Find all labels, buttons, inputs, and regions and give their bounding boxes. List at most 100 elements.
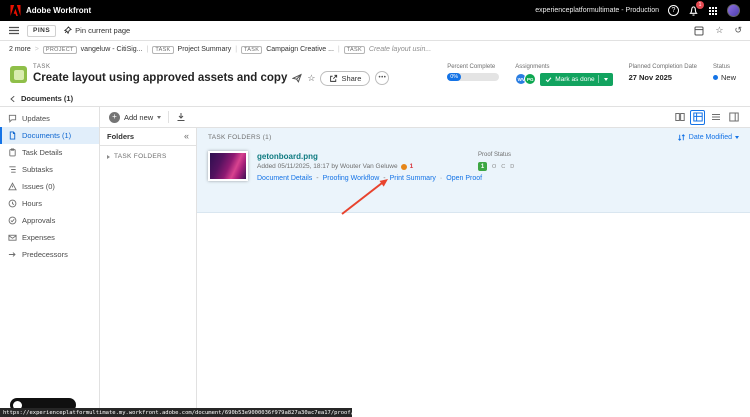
status-row[interactable]: New: [712, 73, 736, 82]
sidebar-item-issues[interactable]: Issues (0): [0, 178, 99, 195]
proof-stage-o: O: [492, 163, 497, 170]
open-proof-link[interactable]: Open Proof: [446, 175, 482, 182]
sidebar-item-subtasks[interactable]: Subtasks: [0, 161, 99, 178]
folders-header: Folders «: [100, 128, 196, 146]
adobe-logo-icon: [10, 5, 21, 16]
planned-completion-date[interactable]: 27 Nov 2025: [629, 73, 697, 82]
breadcrumb-badge-task2: TASK: [241, 45, 263, 54]
pin-current-page-button[interactable]: Pin current page: [63, 26, 130, 35]
task-type-icon: [10, 66, 27, 83]
link-separator: ·: [439, 175, 443, 182]
standard-view-icon: [692, 112, 703, 122]
notifications-button[interactable]: 1: [688, 1, 704, 16]
page-header: TASK Create layout using approved assets…: [0, 58, 750, 91]
breadcrumb-separator: |: [337, 46, 340, 53]
sort-label: Date Modified: [688, 133, 732, 141]
sidebar-item-label: Task Details: [22, 148, 63, 157]
clock-icon: [8, 199, 17, 208]
percent-complete-label: Percent Complete: [447, 63, 496, 70]
documents-list: TASK FOLDERS (1) Date Modified getonboar…: [197, 128, 750, 417]
app-brand: Adobe Workfront: [26, 6, 92, 15]
view-toggles: [672, 109, 741, 125]
more-actions-button[interactable]: •••: [375, 71, 390, 85]
pin-current-page-label: Pin current page: [75, 26, 131, 35]
notification-badge: 1: [696, 1, 704, 9]
sidebar-item-label: Documents (1): [22, 131, 72, 140]
subtasks-icon: [8, 165, 17, 174]
sidebar-item-updates[interactable]: Updates: [0, 110, 99, 127]
sidebar-item-expenses[interactable]: Expenses: [0, 229, 99, 246]
view-standard-button[interactable]: [690, 109, 705, 125]
button-divider: [597, 75, 599, 83]
breadcrumb-badge-project: PROJECT: [42, 45, 77, 54]
sort-button[interactable]: Date Modified: [677, 133, 739, 142]
section-subnav: Documents (1): [0, 91, 750, 107]
document-thumbnail[interactable]: [208, 151, 248, 181]
documents-toolbar: + Add new: [100, 107, 750, 128]
layout-button[interactable]: [694, 26, 704, 36]
download-button[interactable]: [176, 112, 186, 122]
title-block: TASK Create layout using approved assets…: [33, 64, 390, 86]
back-icon[interactable]: [9, 95, 17, 103]
environment-label: experienceplatformultimate - Production: [535, 7, 659, 14]
favorites-button[interactable]: ☆: [715, 26, 723, 35]
progress-bar[interactable]: 0%: [447, 72, 500, 81]
plus-icon: +: [109, 111, 120, 123]
left-nav: Updates Documents (1) Task Details Subta…: [0, 107, 100, 417]
mark-as-done-button[interactable]: Mark as done: [540, 72, 613, 86]
document-name-link[interactable]: getonboard.png: [257, 152, 318, 161]
breadcrumb-more[interactable]: 2 more: [9, 46, 31, 53]
assignee-avatars[interactable]: WV PG: [515, 73, 537, 85]
sidebar-item-task-details[interactable]: Task Details: [0, 144, 99, 161]
assignments-row: WV PG Mark as done: [515, 72, 613, 86]
star-icon: ☆: [715, 25, 724, 35]
caret-right-icon: [107, 154, 110, 159]
view-list-button[interactable]: [708, 110, 723, 125]
add-new-label: Add new: [124, 112, 154, 122]
document-icon: [8, 131, 17, 140]
assignee-avatar-2: PG: [524, 73, 537, 85]
proof-stage-c: C: [501, 163, 506, 170]
breadcrumb-item-project[interactable]: vangeluw - CitiSig...: [81, 46, 143, 53]
document-links: Document Details - Proofing Workflow - P…: [257, 175, 482, 182]
app-switcher-button[interactable]: [708, 6, 718, 16]
status-url: https://experienceplatformultimate.my.wo…: [3, 409, 352, 416]
proof-stage-d: D: [510, 163, 515, 170]
proof-button[interactable]: [292, 73, 303, 83]
collapse-icon: «: [183, 131, 189, 141]
folder-item-task-folders[interactable]: TASK FOLDERS: [100, 146, 196, 167]
user-avatar[interactable]: [727, 4, 740, 17]
proof-status-label: Proof Status: [478, 152, 512, 158]
status-dot-icon: [712, 74, 718, 80]
sidebar-item-hours[interactable]: Hours: [0, 195, 99, 212]
page-body: Updates Documents (1) Task Details Subta…: [0, 107, 750, 417]
documents-panes: Folders « TASK FOLDERS TASK FOLDERS (1): [100, 128, 750, 417]
recents-button[interactable]: ↺: [734, 26, 742, 35]
assignments-block: Assignments WV PG Mark as done: [515, 64, 613, 86]
list-view-icon: [711, 114, 720, 120]
favorite-task-button[interactable]: ☆: [307, 72, 316, 83]
view-detail-panel-button[interactable]: [726, 110, 741, 125]
star-icon: ☆: [307, 72, 316, 83]
print-summary-link[interactable]: Print Summary: [390, 175, 436, 182]
collapse-panel-button[interactable]: «: [184, 132, 189, 141]
progress-value: 0%: [447, 72, 462, 81]
sidebar-item-predecessors[interactable]: Predecessors: [0, 246, 99, 263]
help-button[interactable]: ?: [668, 5, 679, 16]
sidebar-item-label: Hours: [22, 199, 43, 208]
document-details-link[interactable]: Document Details: [257, 175, 312, 182]
sidebar-item-label: Subtasks: [22, 165, 53, 174]
pinbar-actions: ☆ ↺: [694, 26, 742, 36]
view-thumbnails-button[interactable]: [672, 110, 687, 125]
sidebar-item-documents[interactable]: Documents (1): [0, 127, 99, 144]
breadcrumb-item-task1[interactable]: Project Summary: [178, 46, 232, 53]
add-new-button[interactable]: + Add new: [109, 111, 162, 123]
document-row[interactable]: getonboard.png Added 05/11/2025, 18:17 b…: [197, 146, 750, 182]
breadcrumb-item-task2[interactable]: Campaign Creative ...: [266, 46, 334, 53]
share-button[interactable]: Share: [320, 70, 371, 86]
status-label: Status: [712, 63, 730, 70]
document-meta: Added 05/11/2025, 18:17 by Wouter Van Ge…: [257, 163, 469, 170]
main-menu-button[interactable]: [8, 25, 20, 36]
proofing-workflow-link[interactable]: Proofing Workflow: [323, 175, 380, 182]
sidebar-item-approvals[interactable]: Approvals: [0, 212, 99, 229]
